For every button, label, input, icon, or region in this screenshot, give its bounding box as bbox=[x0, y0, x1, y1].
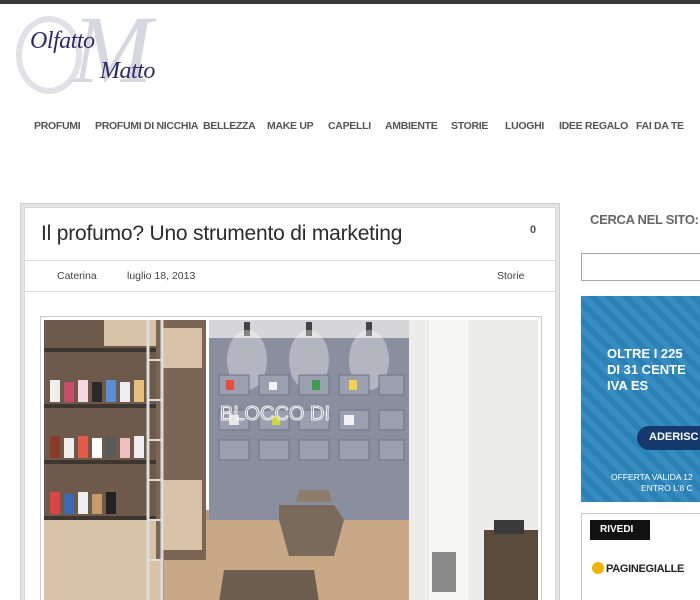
nav-item-luoghi[interactable]: LUOGHI bbox=[505, 120, 544, 132]
logo-text-matto: Matto bbox=[100, 58, 155, 84]
post-meta: Caterina luglio 18, 2013 Storie bbox=[25, 260, 555, 292]
ad-cta-button[interactable]: ADERISC bbox=[637, 426, 700, 450]
nav-item-idee-regalo[interactable]: IDEE REGALO bbox=[559, 120, 628, 132]
post-title[interactable]: Il profumo? Uno strumento di marketing bbox=[41, 222, 402, 246]
post-image-frame: BLOCCO DI bbox=[40, 316, 542, 600]
nav-item-storie[interactable]: STORIE bbox=[451, 120, 488, 132]
post-category[interactable]: Storie bbox=[497, 270, 524, 282]
nav-item-capelli[interactable]: CAPELLI bbox=[328, 120, 371, 132]
nav-item-bellezza[interactable]: BELLEZZA bbox=[203, 120, 256, 132]
ad-line-3: IVA ES bbox=[607, 378, 649, 393]
rivedi-button[interactable]: RIVEDI bbox=[590, 520, 650, 540]
ad-note-1: OFFERTA VALIDA 12 bbox=[611, 472, 693, 482]
nav-item-profumi-di-nicchia[interactable]: PROFUMI DI NICCHIA bbox=[95, 120, 198, 132]
comment-count[interactable]: 0 bbox=[530, 224, 536, 236]
store-interior-photo[interactable]: BLOCCO DI bbox=[44, 320, 538, 600]
store-sign: BLOCCO DI bbox=[220, 403, 330, 425]
site-logo[interactable]: M Olfatto Matto bbox=[16, 2, 190, 98]
ad-line-2: DI 31 CENTE bbox=[607, 362, 686, 377]
paginegialle-label: PAGINEGIALLE bbox=[606, 563, 685, 575]
ad-line-1: OLTRE I 225 bbox=[607, 346, 683, 361]
paginegialle-dot-icon bbox=[592, 562, 604, 574]
nav-item-fai-da-te[interactable]: FAI DA TE bbox=[636, 120, 684, 132]
paginegialle-ad[interactable]: RIVEDI PAGINEGIALLE bbox=[581, 513, 700, 600]
sidebar-search-input[interactable] bbox=[581, 253, 700, 281]
main-nav: PROFUMI PROFUMI DI NICCHIA BELLEZZA MAKE… bbox=[22, 120, 700, 138]
sidebar-search-title: CERCA NEL SITO: bbox=[590, 212, 699, 227]
nav-item-make-up[interactable]: MAKE UP bbox=[267, 120, 314, 132]
post-author[interactable]: Caterina bbox=[57, 270, 97, 282]
paginegialle-logo: PAGINEGIALLE bbox=[592, 562, 684, 575]
post-card: Il profumo? Uno strumento di marketing 0… bbox=[20, 203, 560, 600]
banner-ad[interactable]: OLTRE I 225 DI 31 CENTE IVA ES ADERISC O… bbox=[581, 296, 700, 502]
post-date: luglio 18, 2013 bbox=[127, 270, 196, 282]
logo-text-olfatto: Olfatto bbox=[30, 28, 95, 54]
post-inner: Il profumo? Uno strumento di marketing 0… bbox=[24, 207, 556, 600]
ad-note-2: ENTRO L'8 C bbox=[641, 483, 693, 493]
nav-item-ambiente[interactable]: AMBIENTE bbox=[385, 120, 438, 132]
nav-item-profumi[interactable]: PROFUMI bbox=[34, 120, 81, 132]
